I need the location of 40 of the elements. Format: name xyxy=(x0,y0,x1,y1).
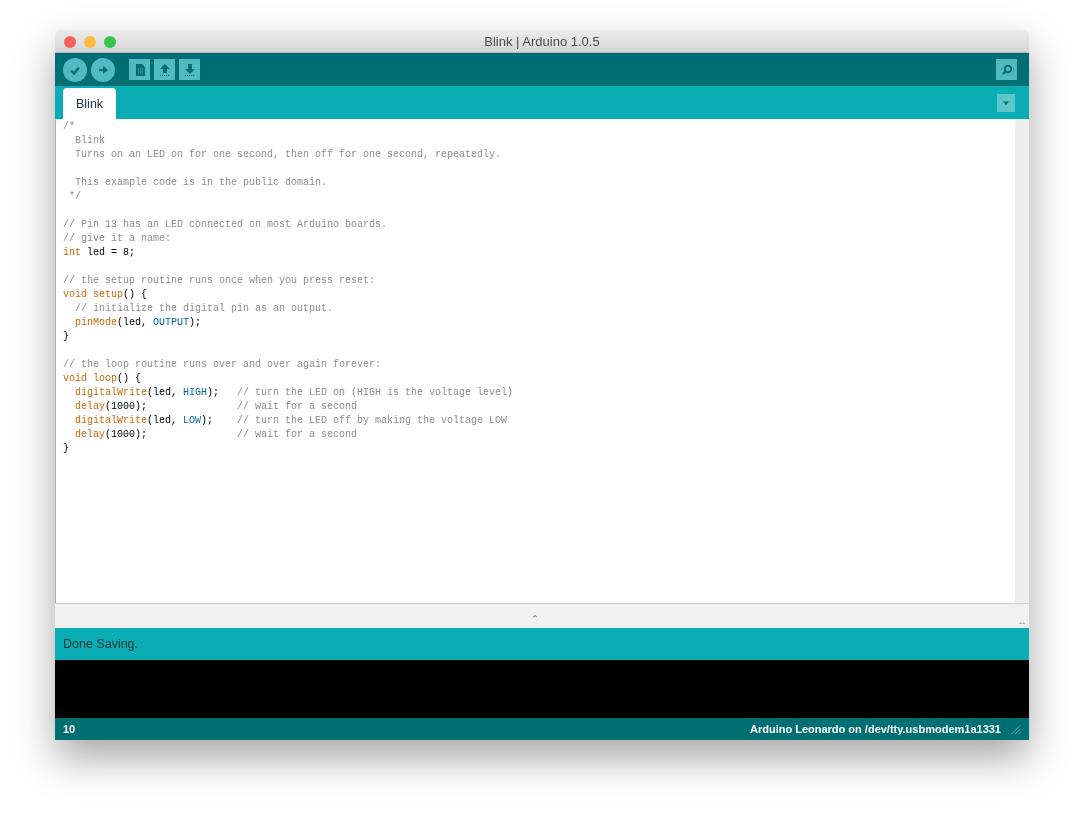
open-button[interactable] xyxy=(154,59,175,80)
close-button[interactable] xyxy=(64,36,76,48)
code-line: Turns on an LED on for one second, then off for one second, repeatedly. xyxy=(74,148,503,162)
tab-menu-button[interactable] xyxy=(997,93,1015,112)
code-line: */ xyxy=(68,190,82,204)
splitter-handle-icon xyxy=(531,612,539,620)
code-line: This example code is in the public domain. xyxy=(74,176,329,190)
code-line: Blink xyxy=(74,134,106,148)
verify-button[interactable] xyxy=(63,57,87,82)
file-tab[interactable]: Blink xyxy=(63,88,117,119)
code-line: pinMode(led, OUTPUT); xyxy=(74,316,203,330)
code-line: digitalWrite(led, LOW); // turn the LED off by making the voltage LOW xyxy=(74,414,509,428)
window-title: Blink | Arduino 1.0.5 xyxy=(484,32,600,51)
new-button[interactable] xyxy=(129,59,150,80)
line-number: 10 xyxy=(63,721,76,737)
minimize-button[interactable] xyxy=(84,36,96,48)
download-arrow-icon xyxy=(182,62,197,77)
code-line: void loop() { xyxy=(63,372,143,386)
code-line: void setup() { xyxy=(63,288,149,302)
serial-monitor-button[interactable] xyxy=(996,59,1017,80)
code-line: // initialize the digital pin as an output. xyxy=(74,302,335,316)
magnifier-icon xyxy=(999,62,1014,77)
code-line: digitalWrite(led, HIGH); // turn the LED on (HIGH is the voltage level) xyxy=(74,386,515,400)
code-line: // give it a name: xyxy=(63,232,173,246)
upload-button[interactable] xyxy=(91,57,115,82)
resize-grip-icon xyxy=(1009,723,1021,735)
code-line: } xyxy=(63,442,70,456)
code-line: delay(1000); // wait for a second xyxy=(74,400,359,414)
code-line: /* xyxy=(63,120,76,134)
status-message: Done Saving. xyxy=(63,635,139,653)
board-port-label: Arduino Leonardo on /dev/tty.usbmodem1a1331 xyxy=(750,721,1001,737)
zoom-button[interactable] xyxy=(104,36,116,48)
code-line: // Pin 13 has an LED connected on most Arduino boards. xyxy=(63,218,389,232)
code-line: // the loop routine runs over and over again forever: xyxy=(63,358,383,372)
code-line: int led = 8; xyxy=(63,246,137,260)
code-line: } xyxy=(63,330,70,344)
code-line: // the setup routine runs once when you press reset: xyxy=(63,274,377,288)
upload-arrow-icon xyxy=(157,62,172,77)
code-line: delay(1000); // wait for a second xyxy=(74,428,359,442)
save-button[interactable] xyxy=(179,59,200,80)
